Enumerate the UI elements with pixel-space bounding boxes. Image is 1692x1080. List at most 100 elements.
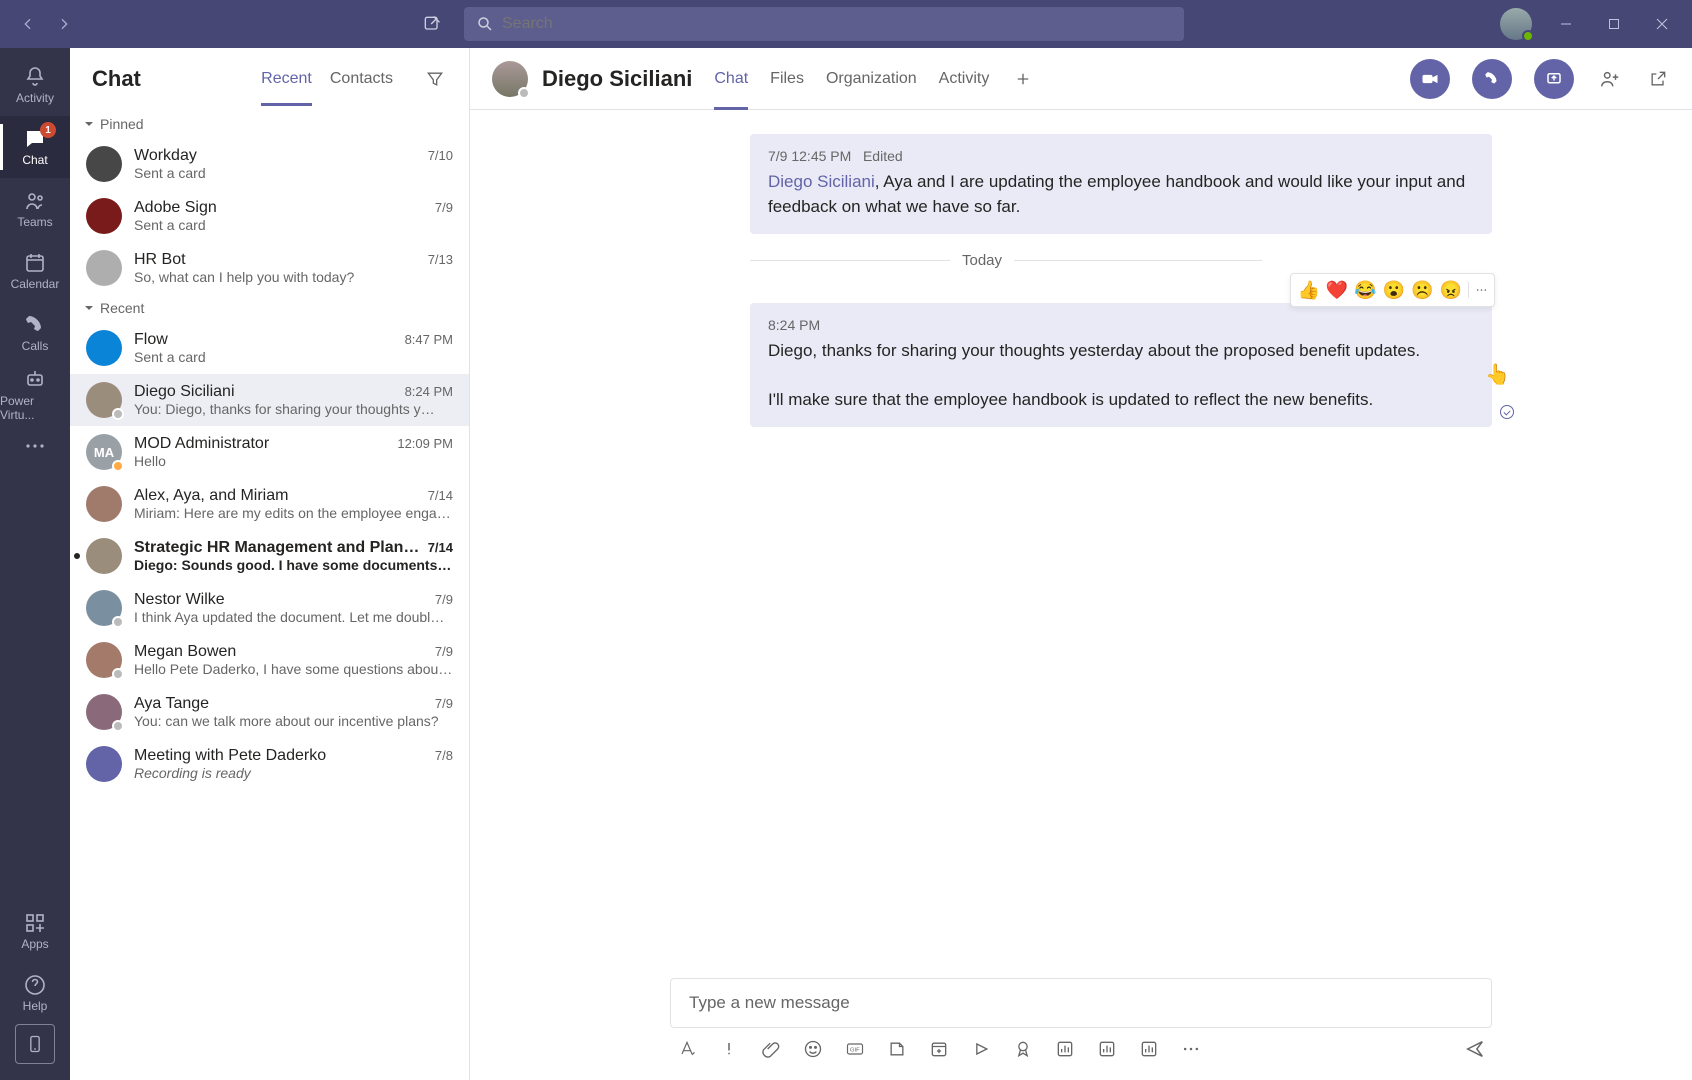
poll-button-3[interactable] (1138, 1038, 1160, 1060)
chat-item-name: Aya Tange (134, 695, 427, 713)
screen-share-button[interactable] (1534, 59, 1574, 99)
chat-item-name: Alex, Aya, and Miriam (134, 487, 420, 505)
reaction-more-button[interactable] (1468, 282, 1488, 298)
stream-button[interactable] (970, 1038, 992, 1060)
more-horizontal-icon (1181, 1039, 1201, 1059)
chat-item-preview: So, what can I help you with today? (134, 269, 453, 285)
add-tab-button[interactable] (1011, 67, 1035, 91)
conversation-tab-activity[interactable]: Activity (939, 62, 990, 96)
chat-list-item[interactable]: Nestor Wilke7/9I think Aya updated the d… (70, 582, 469, 634)
search-input[interactable] (502, 15, 1172, 33)
poll-button-2[interactable] (1096, 1038, 1118, 1060)
composer-area: Type a new message GIF (470, 968, 1692, 1080)
message-composer[interactable]: Type a new message (670, 978, 1492, 1028)
reaction-surprised[interactable]: 😮 (1383, 277, 1405, 303)
chat-list-item[interactable]: Strategic HR Management and Plan…7/14Die… (70, 530, 469, 582)
chat-item-name: Adobe Sign (134, 199, 427, 217)
chat-list-item[interactable]: Workday7/10Sent a card (70, 138, 469, 190)
priority-button[interactable] (718, 1038, 740, 1060)
message-bubble[interactable]: 7/9 12:45 PM Edited Diego Siciliani, Aya… (750, 134, 1492, 234)
chat-list-tab-contacts[interactable]: Contacts (330, 64, 393, 94)
window-close-button[interactable] (1648, 10, 1676, 38)
chat-list-item[interactable]: Megan Bowen7/9Hello Pete Daderko, I have… (70, 634, 469, 686)
praise-button[interactable] (1012, 1038, 1034, 1060)
conversation-tab-organization[interactable]: Organization (826, 62, 917, 96)
chat-list-item[interactable]: Alex, Aya, and Miriam7/14Miriam: Here ar… (70, 478, 469, 530)
format-button[interactable] (676, 1038, 698, 1060)
nav-forward-button[interactable] (52, 12, 76, 36)
message-bubble[interactable]: 👍 ❤️ 😂 😮 ☹️ 😠 8:24 PM Diego, thanks for … (750, 303, 1492, 427)
sticker-icon (887, 1039, 907, 1059)
gif-button[interactable]: GIF (844, 1038, 866, 1060)
rail-calendar[interactable]: Calendar (0, 240, 70, 302)
chat-section-recent[interactable]: Recent (70, 294, 469, 322)
message-text: Diego, thanks for sharing your thoughts … (768, 339, 1474, 364)
send-icon (1464, 1038, 1486, 1060)
chat-item-preview: You: Diego, thanks for sharing your thou… (134, 401, 453, 417)
reaction-like[interactable]: 👍 (1297, 277, 1319, 303)
poll-button-1[interactable] (1054, 1038, 1076, 1060)
section-label: Pinned (100, 116, 144, 132)
add-people-button[interactable] (1598, 67, 1622, 91)
chat-list-item[interactable]: Meeting with Pete Daderko7/8Recording is… (70, 738, 469, 790)
search-box[interactable] (464, 7, 1184, 41)
nav-rail: Activity 1 Chat Teams Calendar Calls Pow… (0, 48, 70, 1080)
pop-out-button[interactable] (1646, 67, 1670, 91)
conversation-avatar[interactable] (492, 61, 528, 97)
reaction-heart[interactable]: ❤️ (1326, 277, 1348, 303)
composer-more-button[interactable] (1180, 1038, 1202, 1060)
gif-icon: GIF (845, 1039, 865, 1059)
conversation-tab-chat[interactable]: Chat (714, 62, 748, 96)
rail-calls[interactable]: Calls (0, 302, 70, 364)
chat-list-item[interactable]: HR Bot7/13So, what can I help you with t… (70, 242, 469, 294)
mention-link[interactable]: Diego Siciliani (768, 172, 875, 191)
format-icon (677, 1039, 697, 1059)
schedule-meeting-button[interactable] (928, 1038, 950, 1060)
rail-more-button[interactable] (0, 426, 70, 466)
window-maximize-button[interactable] (1600, 10, 1628, 38)
chat-item-avatar (86, 746, 122, 782)
help-icon (23, 973, 47, 997)
bell-icon (23, 65, 47, 89)
rail-chat[interactable]: 1 Chat (0, 116, 70, 178)
reaction-sad[interactable]: ☹️ (1411, 277, 1433, 303)
rail-help[interactable]: Help (0, 962, 70, 1024)
chat-item-avatar (86, 198, 122, 234)
chat-item-preview: Recording is ready (134, 765, 453, 781)
sticker-button[interactable] (886, 1038, 908, 1060)
chat-item-time: 7/13 (428, 252, 453, 267)
user-avatar[interactable] (1500, 8, 1532, 40)
new-chat-button[interactable] (420, 12, 444, 36)
nav-back-button[interactable] (16, 12, 40, 36)
rail-power-virtual-agents[interactable]: Power Virtu... (0, 364, 70, 426)
window-minimize-button[interactable] (1552, 10, 1580, 38)
rail-activity[interactable]: Activity (0, 54, 70, 116)
chat-list-item[interactable]: Aya Tange7/9You: can we talk more about … (70, 686, 469, 738)
chat-filter-button[interactable] (423, 67, 447, 91)
message-text: I'll make sure that the employee handboo… (768, 388, 1474, 413)
reaction-angry[interactable]: 😠 (1440, 277, 1462, 303)
chat-item-preview: Hello Pete Daderko, I have some question… (134, 661, 453, 677)
audio-call-button[interactable] (1472, 59, 1512, 99)
conversation-title: Diego Siciliani (542, 66, 692, 92)
chat-list-tab-recent[interactable]: Recent (261, 64, 312, 94)
rail-label: Chat (22, 153, 47, 167)
emoji-button[interactable] (802, 1038, 824, 1060)
chat-list-item[interactable]: Flow8:47 PMSent a card (70, 322, 469, 374)
calendar-plus-icon (929, 1039, 949, 1059)
chat-item-preview: Sent a card (134, 349, 453, 365)
chat-item-avatar (86, 486, 122, 522)
rail-apps[interactable]: Apps (0, 900, 70, 962)
chat-list-item[interactable]: Diego Siciliani8:24 PMYou: Diego, thanks… (70, 374, 469, 426)
video-call-button[interactable] (1410, 59, 1450, 99)
send-button[interactable] (1464, 1038, 1486, 1060)
chat-list-item[interactable]: Adobe Sign7/9Sent a card (70, 190, 469, 242)
stream-icon (971, 1039, 991, 1059)
reaction-laugh[interactable]: 😂 (1354, 277, 1376, 303)
rail-mobile-button[interactable] (15, 1024, 55, 1064)
conversation-tab-files[interactable]: Files (770, 62, 804, 96)
chat-list-item[interactable]: MAMOD Administrator12:09 PMHello (70, 426, 469, 478)
rail-teams[interactable]: Teams (0, 178, 70, 240)
attach-button[interactable] (760, 1038, 782, 1060)
chat-section-pinned[interactable]: Pinned (70, 110, 469, 138)
